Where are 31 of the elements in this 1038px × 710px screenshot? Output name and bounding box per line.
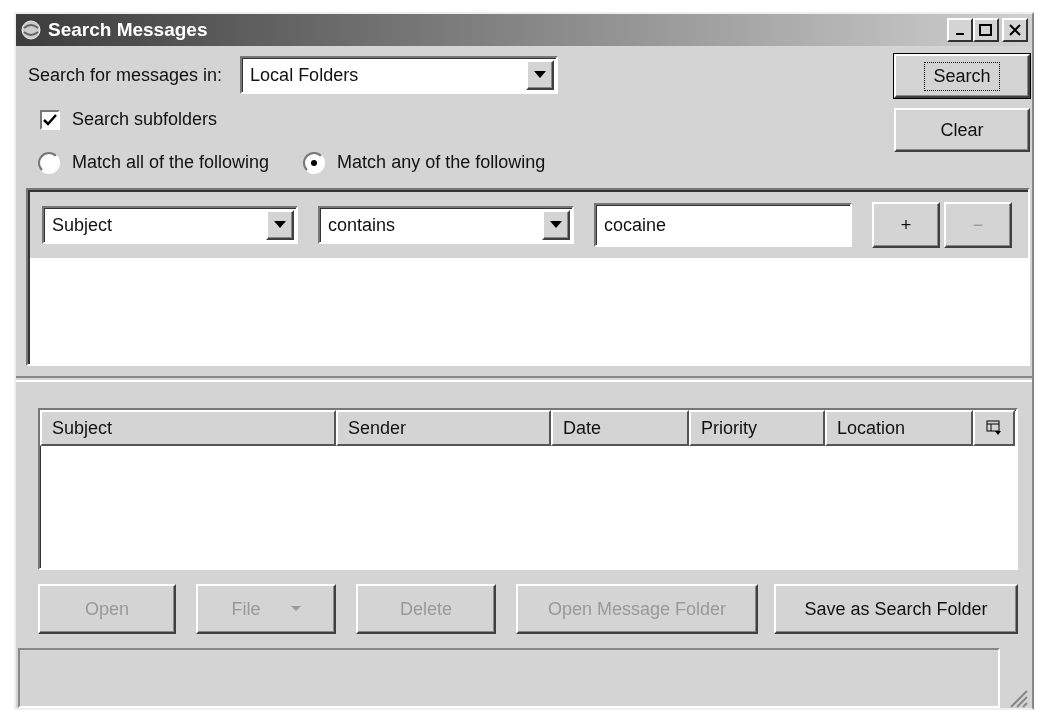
action-button[interactable]: Search — [894, 54, 1030, 98]
operator-dropdown[interactable]: contains — [318, 206, 574, 244]
minimize-icon — [956, 33, 964, 35]
radio-label: Match any of the following — [337, 151, 546, 174]
checkbox-label: Search subfolders — [72, 108, 218, 131]
radio-label: Match all of the following — [72, 151, 270, 174]
radio-button[interactable] — [38, 151, 60, 174]
action-button[interactable]: Save as Search Folder — [774, 584, 1018, 634]
app-icon — [20, 19, 42, 41]
maximize-icon — [979, 24, 993, 36]
minimize-button[interactable] — [947, 18, 973, 42]
column-header[interactable]: Sender — [336, 410, 551, 446]
folder-dropdown[interactable]: Local Folders — [240, 56, 559, 94]
radio-button[interactable] — [303, 151, 326, 174]
resize-grip-icon — [1008, 688, 1028, 708]
value-field[interactable]: cocaine — [594, 203, 852, 247]
action-button[interactable]: Clear — [894, 108, 1030, 152]
column-picker-icon[interactable] — [973, 410, 1015, 446]
caret-icon — [290, 606, 301, 612]
checkbox[interactable] — [40, 109, 60, 130]
column-header[interactable]: Subject — [40, 410, 336, 446]
column-header[interactable]: Date — [551, 410, 689, 446]
close-button[interactable] — [1002, 18, 1028, 42]
attribute-dropdown[interactable]: Subject — [42, 206, 298, 244]
field-label: Search for messages in: — [28, 63, 223, 87]
column-header[interactable]: Priority — [689, 410, 825, 446]
close-icon — [1009, 24, 1021, 36]
window-title: Search Messages — [48, 17, 208, 42]
criterion-button[interactable]: + — [872, 202, 940, 248]
column-header[interactable]: Location — [825, 410, 973, 446]
maximize-button[interactable] — [973, 18, 999, 42]
